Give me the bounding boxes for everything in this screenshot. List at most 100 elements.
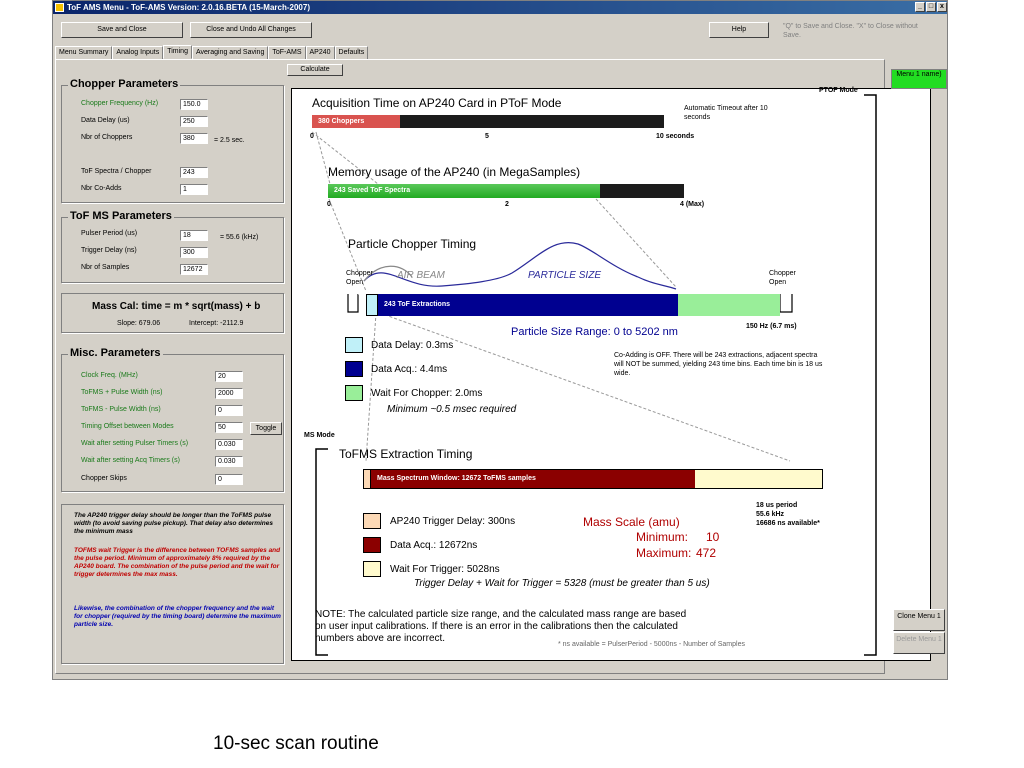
mass-cal-intercept: Intercept: -2112.9 [189,320,244,327]
tofms-parameters-group: ToF MS Parameters Pulser Period (us) 18 … [61,210,284,283]
tab-tof-ams[interactable]: ToF-AMS [268,46,306,59]
tab-defaults[interactable]: Defaults [334,46,369,59]
tofms-minus-label: ToFMS - Pulse Width (ns) [81,406,161,413]
memory-usage-fill: 243 Saved ToF Spectra [328,184,600,198]
tab-analog-inputs[interactable]: Analog Inputs [112,46,164,59]
wait-pulser-input[interactable]: 0.030 [215,439,243,450]
nbr-choppers-input[interactable]: 380 [180,133,208,144]
tofms-extraction-title: ToFMS Extraction Timing [339,447,473,461]
delete-menu-button[interactable]: Delete Menu 1 [893,632,945,654]
chopper-wait-segment [678,294,780,316]
pulser-period-note: = 55.6 (kHz) [220,234,259,241]
acq-tick-0: 0 [310,133,314,140]
air-beam-label: AIR BEAM [397,270,445,281]
menu-1-item[interactable]: Menu 1 name) [891,69,947,89]
wait-pulser-label: Wait after setting Pulser Timers (s) [81,440,189,447]
tofms-plus-input[interactable]: 2000 [215,388,243,399]
legend-ms-acq-label: Data Acq.: 12672ns [390,540,478,551]
mass-cal-group: Mass Cal: time = m * sqrt(mass) + b Slop… [61,293,284,333]
legend-min-label: Minimum ~0.5 msec required [387,404,517,415]
shortcut-hint: "Q" to Save and Close. "X" to Close with… [783,23,918,39]
clock-freq-input[interactable]: 20 [215,371,243,382]
ms-acq-segment: Mass Spectrum Window: 12672 ToFMS sample… [371,470,695,488]
trigger-delay-input[interactable]: 300 [180,247,208,258]
help-button[interactable]: Help [709,22,769,38]
nbr-coadds-label: Nbr Co-Adds [81,185,122,192]
chopper-delay-segment [366,294,378,316]
misc-parameters-group: Misc. Parameters Clock Freq. (MHz) 20 To… [61,347,284,492]
tab-menu-summary[interactable]: Menu Summary [55,46,113,59]
chopper-skips-label: Chopper Skips [81,475,127,482]
mass-min-label: Minimum: [636,530,689,544]
timing-diagram: PTOF Mode MS Mode Acquisition Time on AP… [291,87,931,661]
calibration-note-2: on user input calibrations. If there is … [315,621,678,632]
tab-averaging-saving[interactable]: Averaging and Saving [191,46,269,59]
ns-footnote: * ns available = PulserPeriod - 5000ns -… [558,641,745,648]
mass-cal-slope: Slope: 679.06 [117,320,161,327]
wait-acq-input[interactable]: 0.030 [215,456,243,467]
chopper-freq-label: Chopper Frequency (Hz) [81,100,159,107]
chopper-hz-label: 150 Hz (6.7 ms) [746,323,797,330]
ptof-mode-label: PTOF Mode [819,87,858,94]
acq-time-title: Acquisition Time on AP240 Card in PToF M… [312,96,562,110]
acq-tick-5: 5 [485,133,489,140]
data-delay-input[interactable]: 250 [180,116,208,127]
pulser-period-input[interactable]: 18 [180,230,208,241]
particle-size-label: PARTICLE SIZE [528,270,601,281]
nbr-choppers-label: Nbr of Choppers [81,134,133,141]
save-close-button[interactable]: Save and Close [61,22,183,38]
trigger-delay-label: Trigger Delay (ns) [81,247,137,254]
mass-scale-title: Mass Scale (amu) [583,515,680,529]
khz-label: 55.6 kHz [756,511,785,518]
clock-freq-label: Clock Freq. (MHz) [81,372,138,379]
tab-bar: Menu Summary Analog Inputs Timing Averag… [55,45,369,59]
acq-tick-10: 10 seconds [656,133,695,140]
chopper-parameters-group: Chopper Parameters Chopper Frequency (Hz… [61,78,284,203]
mass-min-value: 10 [706,530,720,544]
tofms-parameters-title: ToF MS Parameters [68,210,174,222]
chopper-open-left: Chopper Open [346,270,373,286]
slide-caption: 10-sec scan routine [213,733,379,754]
clone-menu-button[interactable]: Clone Menu 1 [893,609,945,631]
maximize-button[interactable]: □ [926,2,936,12]
close-undo-button[interactable]: Close and Undo All Changes [190,22,312,38]
ms-mode-label: MS Mode [304,432,335,439]
minimize-button[interactable]: _ [915,2,925,12]
timing-offset-input[interactable]: 50 [215,422,243,433]
tab-ap240[interactable]: AP240 [305,46,335,59]
legend-acq-swatch [345,361,363,377]
app-icon [55,3,64,12]
spectra-chopper-input[interactable]: 243 [180,167,208,178]
extraction-segment: 243 ToF Extractions [378,294,678,316]
mem-tick-2: 2 [505,201,509,208]
nbr-coadds-input[interactable]: 1 [180,184,208,195]
chopper-skips-input[interactable]: 0 [215,474,243,485]
note-trigger-delay: The AP240 trigger delay should be longer… [74,512,274,535]
calibration-note-1: NOTE: The calculated particle size range… [315,609,687,620]
close-button[interactable]: x [937,2,947,12]
ns-available-label: 16686 ns available* [756,520,820,527]
tofms-minus-input[interactable]: 0 [215,405,243,416]
calculate-button[interactable]: Calculate [287,64,343,76]
legend-ap-trigger-label: AP240 Trigger Delay: 300ns [390,516,516,527]
memory-usage-title: Memory usage of the AP240 (in MegaSample… [328,165,581,179]
legend-ms-wait-label: Wait For Trigger: 5028ns [390,564,500,575]
nbr-samples-label: Nbr of Samples [81,264,130,271]
toggle-button[interactable]: Toggle [250,422,282,435]
tab-timing[interactable]: Timing [163,45,192,59]
note-chopper-freq: Likewise, the combination of the chopper… [74,605,281,628]
chopper-freq-input[interactable]: 150.0 [180,99,208,110]
auto-timeout-note: Automatic Timeout after 10 seconds [684,105,768,121]
legend-delay-swatch [345,337,363,353]
legend-ap-trigger-swatch [363,513,381,529]
legend-wait-swatch [345,385,363,401]
timing-offset-label: Timing Offset between Modes [81,423,174,430]
calibration-note-3: numbers above are incorrect. [315,633,446,644]
mem-tick-0: 0 [327,201,331,208]
nbr-samples-input[interactable]: 12672 [180,264,208,275]
nbr-choppers-note: = 2.5 sec. [214,137,245,144]
note-wait-trigger: TOFMS wait Trigger is the difference bet… [74,547,281,578]
pulser-period-label: Pulser Period (us) [81,230,138,237]
legend-acq-label: Data Acq.: 4.4ms [371,364,448,375]
coadd-note: Co-Adding is OFF. There will be 243 extr… [614,352,823,377]
